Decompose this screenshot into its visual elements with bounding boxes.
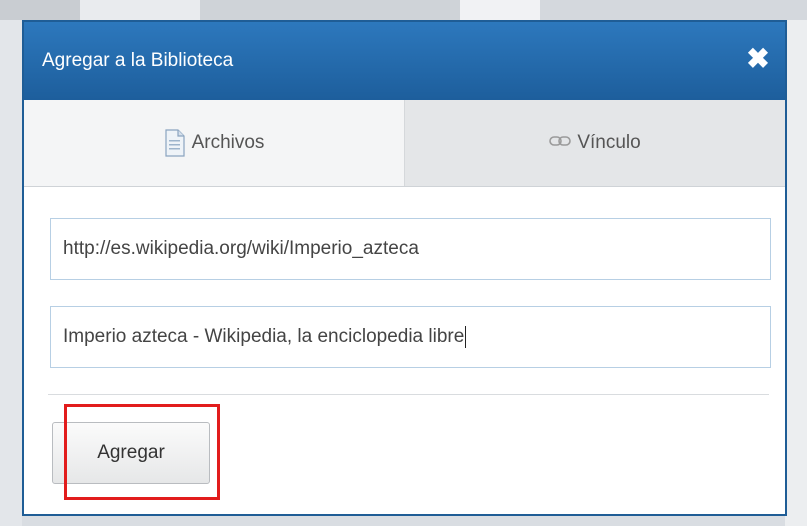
document-icon (164, 129, 186, 157)
tab-vinculo-label: Vínculo (577, 132, 641, 153)
link-icon (549, 134, 572, 152)
tab-vinculo[interactable]: Vínculo (405, 100, 785, 186)
background-fragment (200, 0, 460, 20)
highlight-annotation (64, 404, 220, 500)
title-field[interactable]: Imperio azteca - Wikipedia, la enciclope… (50, 306, 771, 368)
text-caret (465, 326, 467, 348)
background-fragment (80, 0, 200, 20)
tab-archivos[interactable]: Archivos (24, 100, 405, 186)
background-fragment (785, 20, 807, 526)
background-fragment (540, 0, 807, 20)
background-fragment (460, 0, 540, 20)
background-fragment (0, 20, 22, 526)
divider (48, 394, 769, 395)
tab-bar: Archivos Vínculo (24, 100, 785, 187)
dialog-title: Agregar a la Biblioteca (42, 50, 234, 71)
dialog-titlebar: Agregar a la Biblioteca ✖ (24, 22, 785, 100)
title-field-value: Imperio azteca - Wikipedia, la enciclope… (63, 326, 465, 347)
url-field-value: http://es.wikipedia.org/wiki/Imperio_azt… (63, 238, 419, 259)
background-fragment (0, 0, 80, 20)
url-field[interactable]: http://es.wikipedia.org/wiki/Imperio_azt… (50, 218, 771, 280)
tab-archivos-label: Archivos (191, 132, 265, 153)
add-to-library-dialog: Agregar a la Biblioteca ✖ Archivos Víncu… (22, 20, 787, 516)
close-icon[interactable]: ✖ (745, 45, 771, 73)
